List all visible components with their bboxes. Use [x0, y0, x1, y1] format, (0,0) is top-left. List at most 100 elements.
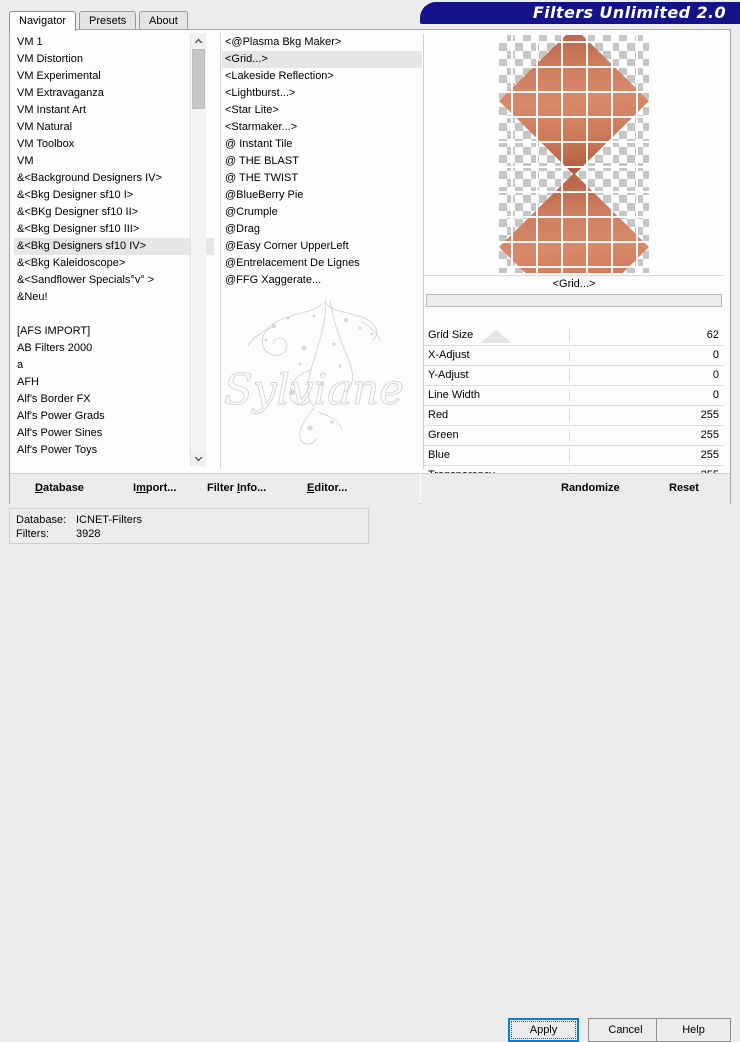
column-divider-1	[220, 34, 221, 469]
param-tick	[569, 389, 570, 402]
list-item-blank	[14, 306, 214, 323]
list-item[interactable]: @Drag	[222, 221, 422, 238]
tab-navigator[interactable]: Navigator	[9, 11, 77, 31]
list-item[interactable]: Alf's Border FX	[14, 391, 214, 408]
list-item[interactable]: VM Distortion	[14, 51, 214, 68]
list-item[interactable]: Alf's Power Toys	[14, 442, 214, 459]
footer-action-row: Randomize Reset	[421, 473, 730, 504]
list-item[interactable]: @ THE BLAST	[222, 153, 422, 170]
list-item[interactable]: [AFS IMPORT]	[14, 323, 214, 340]
category-list[interactable]: VM 1 VM Distortion VM Experimental VM Ex…	[14, 34, 214, 467]
param-tick	[569, 329, 570, 342]
filter-info-button[interactable]: Filter Info...	[207, 482, 266, 494]
list-item[interactable]: Alf's Power Grads	[14, 408, 214, 425]
list-item[interactable]: &<BKg Designer sf10 II>	[14, 204, 214, 221]
list-item[interactable]: VM Natural	[14, 119, 214, 136]
preview-image	[499, 35, 649, 273]
list-item[interactable]: &<Background Designers IV>	[14, 170, 214, 187]
param-row-blue[interactable]: Blue 255	[424, 446, 724, 466]
list-item[interactable]: VM 1	[14, 34, 214, 51]
filters-value: 3928	[76, 528, 101, 540]
list-item[interactable]: @ THE TWIST	[222, 170, 422, 187]
param-tick	[569, 449, 570, 462]
param-label: Red	[428, 409, 449, 421]
cancel-button[interactable]: Cancel	[588, 1018, 663, 1042]
list-item-selected[interactable]: <Grid...>	[222, 51, 422, 68]
scroll-down-icon[interactable]	[191, 451, 206, 466]
category-list-scrollbar[interactable]	[190, 33, 206, 466]
list-item-selected[interactable]: &<Bkg Designers sf10 IV>	[14, 238, 214, 255]
scroll-up-icon[interactable]	[191, 33, 206, 48]
param-row-line-width[interactable]: Line Width 0	[424, 386, 724, 406]
list-item[interactable]: Alf's Power Sines	[14, 425, 214, 442]
param-tick	[569, 409, 570, 422]
list-item[interactable]: &<Sandflower Specials°v° >	[14, 272, 214, 289]
list-item[interactable]: <Lightburst...>	[222, 85, 422, 102]
param-row-grid-size[interactable]: Grid Size 62	[424, 326, 724, 346]
list-item[interactable]: AB Filters 2000	[14, 340, 214, 357]
list-item[interactable]: @Easy Corner UpperLeft	[222, 238, 422, 255]
list-item[interactable]: <Starmaker...>	[222, 119, 422, 136]
list-item[interactable]: <Lakeside Reflection>	[222, 68, 422, 85]
list-item[interactable]: VM Experimental	[14, 68, 214, 85]
selected-filter-name: <Grid...>	[424, 275, 724, 293]
param-value: 0	[712, 349, 719, 361]
list-item[interactable]: @FFG Xaggerate...	[222, 272, 422, 289]
list-item[interactable]: &<Bkg Designer sf10 III>	[14, 221, 214, 238]
database-button[interactable]: Database	[35, 482, 84, 494]
list-item[interactable]: VM	[14, 153, 214, 170]
preview-grid-overlay	[499, 35, 649, 273]
scroll-thumb[interactable]	[192, 49, 205, 109]
list-item[interactable]: @BlueBerry Pie	[222, 187, 422, 204]
preset-slider-bar[interactable]	[426, 294, 722, 307]
apply-button[interactable]: Apply	[508, 1018, 579, 1042]
list-item[interactable]: AFH	[14, 374, 214, 391]
filter-list[interactable]: <@Plasma Bkg Maker> <Grid...> <Lakeside …	[222, 34, 422, 467]
param-label: Line Width	[428, 389, 480, 401]
import-button[interactable]: Import...	[133, 482, 176, 494]
database-value: ICNET-Filters	[76, 514, 142, 526]
list-item[interactable]: <Star Lite>	[222, 102, 422, 119]
param-label: Green	[428, 429, 459, 441]
param-row-red[interactable]: Red 255	[424, 406, 724, 426]
param-row-y-adjust[interactable]: Y-Adjust 0	[424, 366, 724, 386]
param-row-green[interactable]: Green 255	[424, 426, 724, 446]
banner-notch	[394, 2, 420, 24]
list-item[interactable]: @ Instant Tile	[222, 136, 422, 153]
editor-button[interactable]: Editor...	[307, 482, 347, 494]
list-item[interactable]: VM Toolbox	[14, 136, 214, 153]
tab-about[interactable]: About	[139, 11, 188, 30]
param-value: 62	[706, 329, 719, 341]
status-box: Database: ICNET-Filters Filters: 3928	[9, 508, 369, 544]
app-title: Filters Unlimited 2.0	[532, 3, 726, 22]
list-item[interactable]: VM Instant Art	[14, 102, 214, 119]
param-label: Y-Adjust	[428, 369, 469, 381]
list-item[interactable]: &<Bkg Kaleidoscope>	[14, 255, 214, 272]
filters-unlimited-window: Filters Unlimited 2.0 Navigator Presets …	[0, 0, 740, 1042]
list-item[interactable]: @Entrelacement De Lignes	[222, 255, 422, 272]
list-item[interactable]: &Neu!	[14, 289, 214, 306]
preview-area	[424, 33, 724, 273]
apply-button-label: Apply	[511, 1021, 576, 1039]
reset-button[interactable]: Reset	[669, 482, 699, 494]
tab-presets[interactable]: Presets	[79, 11, 137, 30]
list-item[interactable]: <@Plasma Bkg Maker>	[222, 34, 422, 51]
help-button[interactable]: Help	[656, 1018, 731, 1042]
list-item[interactable]: &<Bkg Designer sf10 I>	[14, 187, 214, 204]
param-value: 255	[700, 429, 719, 441]
param-row-x-adjust[interactable]: X-Adjust 0	[424, 346, 724, 366]
randomize-button[interactable]: Randomize	[561, 482, 620, 494]
param-label: X-Adjust	[428, 349, 470, 361]
param-value: 0	[712, 389, 719, 401]
status-bar: Database: ICNET-Filters Filters: 3928 Ap…	[0, 505, 740, 1042]
list-item[interactable]: a	[14, 357, 214, 374]
list-item[interactable]: @Crumple	[222, 204, 422, 221]
param-value: 255	[700, 449, 719, 461]
param-tick	[569, 429, 570, 442]
param-value: 255	[700, 409, 719, 421]
filters-label: Filters:	[16, 528, 49, 540]
footer-link-row: Database Import... Filter Info... Editor…	[10, 473, 420, 504]
list-item[interactable]: VM Extravaganza	[14, 85, 214, 102]
parameter-table: Grid Size 62 X-Adjust 0 Y-Adjust 0 Line …	[424, 326, 724, 486]
param-tick	[569, 369, 570, 382]
